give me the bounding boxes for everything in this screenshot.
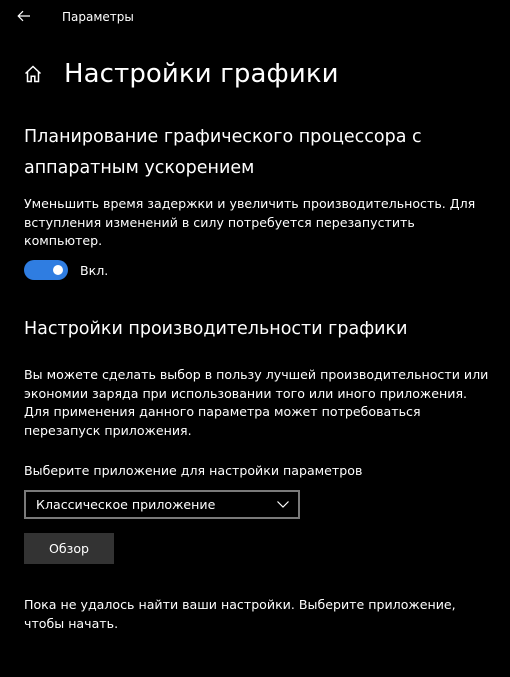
- toggle-knob: [53, 265, 63, 275]
- performance-title: Настройки производительности графики: [24, 319, 408, 339]
- back-arrow-icon: [17, 10, 30, 22]
- title-bar: Параметры: [0, 0, 510, 32]
- toggle-state-label: Вкл.: [80, 262, 109, 278]
- app-type-dropdown[interactable]: Классическое приложение: [24, 490, 300, 519]
- empty-settings-message: Пока не удалось найти ваши настройки. Вы…: [24, 597, 456, 631]
- dropdown-value: Классическое приложение: [36, 497, 216, 512]
- home-button[interactable]: [22, 63, 44, 85]
- back-button[interactable]: [12, 4, 36, 28]
- app-title: Параметры: [62, 10, 134, 24]
- home-icon: [24, 65, 42, 83]
- gpu-scheduling-toggle-row: Вкл.: [24, 260, 108, 280]
- page-title: Настройки графики: [64, 59, 339, 89]
- performance-description: Вы можете сделать выбор в пользу лучшей …: [24, 367, 489, 438]
- gpu-scheduling-title: Планирование графического процессора с а…: [24, 127, 422, 178]
- chevron-down-icon: [277, 501, 289, 508]
- page-header: Настройки графики: [22, 56, 339, 92]
- gpu-scheduling-toggle[interactable]: [24, 260, 68, 280]
- gpu-scheduling-description: Уменьшить время задержки и увеличить про…: [24, 196, 476, 248]
- browse-button[interactable]: Обзор: [24, 533, 114, 564]
- app-select-label: Выберите приложение для настройки параме…: [24, 463, 363, 478]
